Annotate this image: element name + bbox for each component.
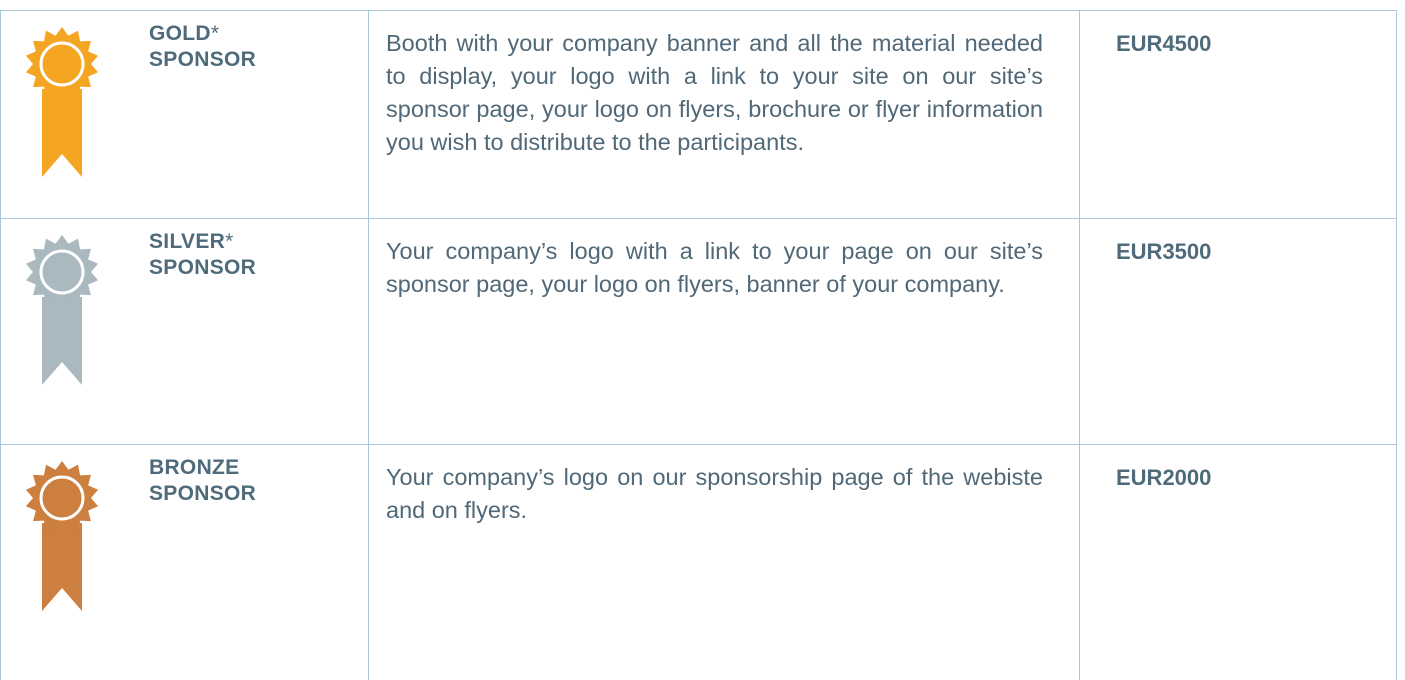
sponsor-price: EUR4500 xyxy=(1116,31,1212,56)
sponsor-row-bronze: BRONZE SPONSOR Your company’s logo on ou… xyxy=(0,444,1397,680)
gold-ribbon-badge-icon xyxy=(25,27,99,177)
sponsor-price: EUR2000 xyxy=(1116,465,1212,490)
sponsorship-table: GOLD* SPONSOR Booth with your company ba… xyxy=(0,10,1397,680)
tier-asterisk: * xyxy=(225,230,234,253)
tier-sponsor-label: SPONSOR xyxy=(149,48,257,71)
sponsor-description: Your company’s logo on our sponsorship p… xyxy=(386,464,1043,523)
price-cell: EUR3500 xyxy=(1079,218,1397,445)
description-cell: Your company’s logo on our sponsorship p… xyxy=(368,444,1080,680)
tier-label: BRONZE xyxy=(149,456,240,479)
tier-label: SILVER xyxy=(149,230,226,253)
sponsor-row-silver: SILVER* SPONSOR Your company’s logo with… xyxy=(0,218,1397,445)
description-cell: Booth with your company banner and all t… xyxy=(368,10,1080,219)
tier-cell: GOLD* SPONSOR xyxy=(0,10,369,219)
tier-cell: BRONZE SPONSOR xyxy=(0,444,369,680)
tier-cell: SILVER* SPONSOR xyxy=(0,218,369,445)
sponsor-price: EUR3500 xyxy=(1116,239,1212,264)
price-cell: EUR2000 xyxy=(1079,444,1397,680)
tier-sponsor-label: SPONSOR xyxy=(149,482,257,505)
tier-name: BRONZE SPONSOR xyxy=(149,455,256,507)
sponsor-row-gold: GOLD* SPONSOR Booth with your company ba… xyxy=(0,10,1397,219)
description-cell: Your company’s logo with a link to your … xyxy=(368,218,1080,445)
tier-label: GOLD xyxy=(149,22,211,45)
silver-ribbon-badge-icon xyxy=(25,235,99,385)
price-cell: EUR4500 xyxy=(1079,10,1397,219)
tier-name: GOLD* SPONSOR xyxy=(149,21,256,73)
sponsor-description: Booth with your company banner and all t… xyxy=(386,30,1043,155)
bronze-ribbon-badge-icon xyxy=(25,461,99,611)
tier-asterisk: * xyxy=(210,22,220,45)
tier-sponsor-label: SPONSOR xyxy=(149,256,257,279)
tier-name: SILVER* SPONSOR xyxy=(149,229,256,281)
sponsor-description: Your company’s logo with a link to your … xyxy=(386,238,1043,297)
